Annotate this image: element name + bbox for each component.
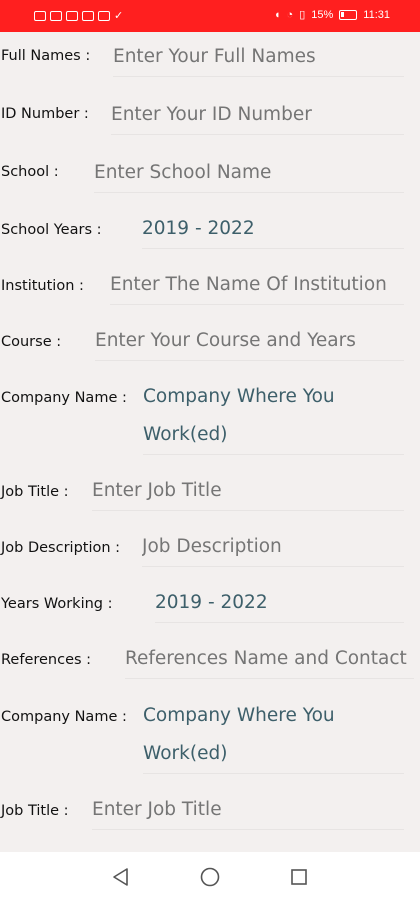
references-input[interactable]: [125, 640, 414, 679]
download-check-icon: ✓: [114, 10, 124, 22]
status-bar: ✓ ◖ ◔ ▯ 15% 11:31: [0, 0, 420, 32]
clock: 11:31: [363, 8, 390, 21]
school-years-label: School Years :: [1, 222, 102, 238]
job-description-input[interactable]: [142, 528, 404, 567]
school-label: School :: [1, 164, 59, 180]
job-description-label: Job Description :: [1, 540, 121, 556]
company-name-label: Company Name :: [1, 709, 127, 725]
full-names-input[interactable]: [113, 38, 404, 77]
youtube-icon: [50, 10, 62, 21]
years-working-picker[interactable]: 2019 - 2022: [155, 584, 404, 623]
years-working-label: Years Working :: [1, 596, 113, 612]
recents-square-icon: [291, 869, 307, 885]
company-name-input[interactable]: Company Where You Work(ed): [143, 697, 404, 774]
home-button[interactable]: [199, 866, 221, 888]
id-number-input[interactable]: [111, 96, 404, 135]
signal-icon: [34, 10, 46, 21]
course-input[interactable]: [95, 322, 404, 361]
navigation-bar: [0, 852, 420, 900]
id-number-label: ID Number :: [1, 106, 89, 122]
back-triangle-icon: [113, 868, 128, 886]
institution-label: Institution :: [1, 278, 84, 294]
full-names-label: Full Names :: [1, 48, 91, 64]
home-circle-icon: [200, 867, 220, 887]
battery-icon: [339, 9, 358, 20]
battery-percent: 15%: [311, 8, 334, 21]
alarm-icon: ◔: [286, 8, 294, 21]
job-title-input[interactable]: [92, 791, 404, 830]
references-label: References :: [1, 652, 92, 668]
job-title-label: Job Title :: [1, 484, 69, 500]
back-button[interactable]: [110, 866, 132, 888]
notification-icons: ✓: [34, 9, 123, 22]
institution-input[interactable]: [110, 266, 404, 305]
company-name-input[interactable]: Company Where You Work(ed): [143, 378, 404, 455]
youtube-icon: [98, 10, 110, 21]
vibrate-icon: ▯: [299, 9, 306, 21]
recents-button[interactable]: [288, 866, 310, 888]
job-title-input[interactable]: [92, 472, 404, 511]
school-input[interactable]: [94, 154, 404, 193]
system-icons: ◖ ◔ ▯ 15% 11:31: [273, 8, 390, 22]
school-years-picker[interactable]: 2019 - 2022: [142, 210, 404, 249]
headset-icon: ◖: [273, 8, 281, 21]
youtube-icon: [66, 10, 78, 21]
job-title-label: Job Title :: [1, 803, 69, 819]
gallery-icon: [82, 10, 94, 21]
company-name-label: Company Name :: [1, 390, 127, 406]
course-label: Course :: [1, 334, 62, 350]
